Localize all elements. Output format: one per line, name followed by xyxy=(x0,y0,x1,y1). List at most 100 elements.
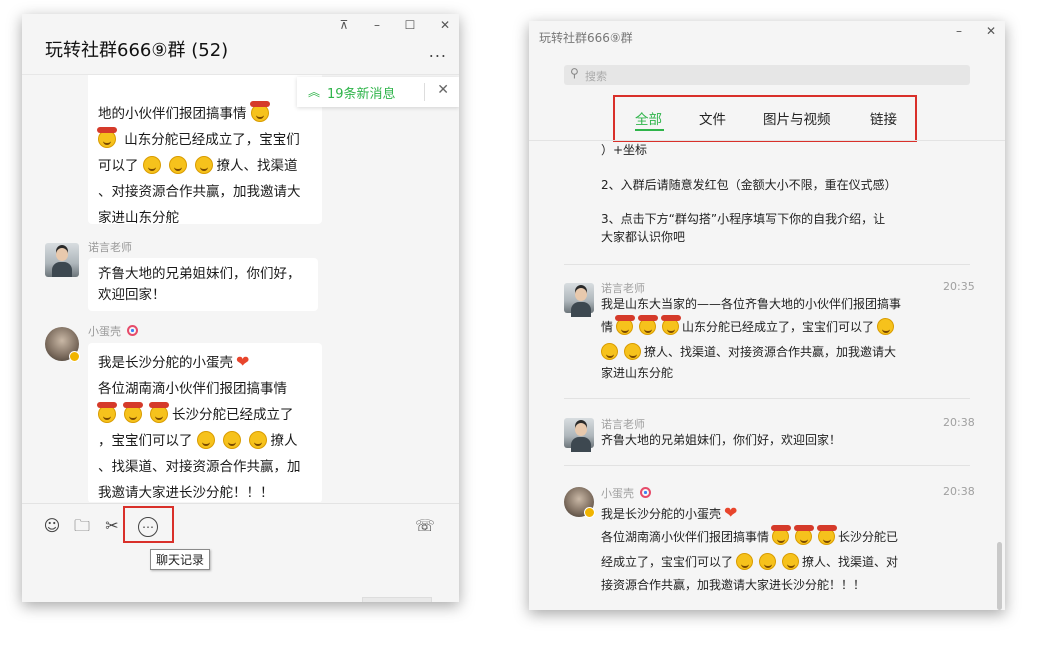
scissors-icon[interactable]: ✂ xyxy=(102,516,122,536)
message-text: 大家都认识你吧 xyxy=(601,230,686,244)
message-bubble: 地的小伙伴们报团搞事情 山东分舵已经成立了，宝宝们 可以了 撩人、找渠道 、对接资… xyxy=(88,75,322,226)
message-text: 长沙分舵已 xyxy=(838,530,899,544)
message-text: 2、入群后请随意发红包（金额大小不限，重在仪式感） xyxy=(601,178,897,192)
devil-emoji-icon xyxy=(249,101,270,122)
message-text: 我是长沙分舵的小蛋壳 xyxy=(601,507,722,521)
history-title: 玩转社群666⑨群 xyxy=(539,31,633,45)
heart-icon: ❤ xyxy=(236,352,250,371)
folder-icon[interactable]: 🗀 xyxy=(72,516,92,536)
search-icon: ⚲ xyxy=(570,66,579,80)
message-line: 撩人、找渠道、对接资源合作共赢，加我邀请大 xyxy=(601,341,896,364)
message-text: ，宝宝们可以了 xyxy=(98,433,193,449)
message-text: 可以了 xyxy=(98,158,139,174)
timestamp: 20:38 xyxy=(943,485,975,498)
message-text: 各位湖南滴小伙伴们报团搞事情 xyxy=(601,530,770,544)
message-text: 家进山东分舵 xyxy=(601,366,674,380)
grin-emoji-icon xyxy=(736,553,754,570)
message-text: 撩人 xyxy=(270,433,298,449)
divider xyxy=(564,264,970,265)
more-options-icon[interactable]: ... xyxy=(429,42,447,61)
grin-emoji-icon xyxy=(168,156,187,174)
devil-emoji-icon xyxy=(817,525,838,545)
devil-emoji-icon xyxy=(615,315,636,335)
tab-media[interactable]: 图片与视频 xyxy=(763,108,831,128)
message-text: 齐鲁大地的兄弟姐妹们，你们好，欢迎回家！ xyxy=(601,433,842,447)
search-placeholder: 搜索 xyxy=(585,70,607,83)
devil-emoji-icon xyxy=(638,315,659,335)
message-bubble: 齐鲁大地的兄弟姐妹们，你们好， 欢迎回家！ xyxy=(88,258,318,311)
search-input[interactable]: ⚲ 搜索 xyxy=(564,65,970,85)
scroll-up-icon: ︽ xyxy=(308,85,321,99)
message-text: 情 xyxy=(601,320,614,334)
avatar[interactable] xyxy=(45,243,79,277)
devil-emoji-icon xyxy=(794,525,815,545)
tab-links[interactable]: 链接 xyxy=(870,108,897,128)
minimize-button[interactable]: – xyxy=(367,18,387,32)
message-text: 接资源合作共赢，加我邀请大家进长沙分舵！！！ xyxy=(601,578,866,592)
tooltip: 聊天记录 xyxy=(150,549,211,570)
close-button[interactable]: ✕ xyxy=(435,18,455,32)
maximize-button[interactable]: ☐ xyxy=(400,18,420,32)
message-text: 我是山东大当家的——各位齐鲁大地的小伙伴们报团搞事 xyxy=(601,297,902,311)
close-button[interactable]: ✕ xyxy=(981,24,1001,38)
message-text: 长沙分舵已经成立了 xyxy=(172,407,294,423)
message-text: 我是长沙分舵的小蛋壳 xyxy=(98,355,233,371)
grin-emoji-icon xyxy=(142,156,161,174)
divider xyxy=(564,465,970,466)
message-input-area[interactable]: ☺ 🗀 ✂ … 聊天记录 ☏ xyxy=(22,503,459,602)
message-text: 我邀请大家进长沙分舵！！！ xyxy=(98,485,274,501)
avatar[interactable] xyxy=(564,418,594,452)
grin-emoji-icon xyxy=(782,553,800,570)
message-text: 齐鲁大地的兄弟姐妹们，你们好， xyxy=(98,266,301,282)
message-text: 经成立了，宝宝们可以了 xyxy=(601,555,734,569)
chat-title: 玩转社群666⑨群 (52) xyxy=(45,40,229,61)
devil-emoji-icon xyxy=(149,402,169,423)
message-text: 撩人、找渠道 xyxy=(216,158,298,174)
sender-name: 小蛋壳 xyxy=(88,323,138,339)
status-icon xyxy=(640,487,651,498)
scrollbar[interactable] xyxy=(997,542,1002,610)
emoji-icon[interactable]: ☺ xyxy=(42,516,62,536)
devil-emoji-icon xyxy=(97,402,117,423)
new-messages-text[interactable]: 19条新消息 xyxy=(327,83,396,102)
grin-emoji-icon xyxy=(759,553,777,570)
message-line: 情 山东分舵已经成立了，宝宝们可以了 xyxy=(601,315,897,339)
active-tab-indicator xyxy=(635,129,664,131)
sender-name-text: 小蛋壳 xyxy=(601,487,634,500)
grin-emoji-icon xyxy=(194,156,213,174)
message-text: 、找渠道、对接资源合作共赢，加 xyxy=(98,459,301,475)
chat-history-window: 玩转社群666⑨群 – ✕ ⚲ 搜索 全部 文件 图片与视频 链接 ）+坐标 2… xyxy=(529,21,1005,610)
devil-emoji-icon xyxy=(97,127,117,148)
sender-name-text: 小蛋壳 xyxy=(88,325,121,338)
message-text: 山东分舵已经成立了，宝宝们 xyxy=(124,132,300,148)
timestamp: 20:35 xyxy=(943,280,975,293)
avatar[interactable] xyxy=(564,283,594,317)
grin-emoji-icon xyxy=(877,318,895,335)
new-messages-banner[interactable]: ︽ 19条新消息 ✕ xyxy=(297,77,459,107)
message-text: ）+坐标 xyxy=(601,143,648,157)
message-bubble: 我是长沙分舵的小蛋壳 ❤ 各位湖南滴小伙伴们报团搞事情 长沙分舵已经成立了 ，宝宝… xyxy=(88,343,322,502)
heart-icon: ❤ xyxy=(724,503,738,522)
devil-emoji-icon xyxy=(771,525,792,545)
avatar[interactable] xyxy=(564,487,595,518)
devil-emoji-icon xyxy=(661,315,682,335)
message-list[interactable]: 地的小伙伴们报团搞事情 山东分舵已经成立了，宝宝们 可以了 撩人、找渠道 、对接资… xyxy=(22,75,459,502)
tab-all[interactable]: 全部 xyxy=(635,108,662,128)
message-line: 各位湖南滴小伙伴们报团搞事情 长沙分舵已 xyxy=(601,525,899,549)
grin-emoji-icon xyxy=(222,431,241,449)
minimize-button[interactable]: – xyxy=(949,24,969,38)
grin-emoji-icon xyxy=(196,431,215,449)
send-button[interactable] xyxy=(362,597,432,602)
close-banner-icon[interactable]: ✕ xyxy=(437,82,449,98)
tab-files[interactable]: 文件 xyxy=(699,108,726,128)
pin-icon[interactable]: ⊼ xyxy=(334,18,354,32)
sender-name: 小蛋壳 xyxy=(601,485,651,501)
avatar[interactable] xyxy=(45,327,80,362)
message-text: 撩人、找渠道、对 xyxy=(802,555,899,569)
message-line: 经成立了，宝宝们可以了 撩人、找渠道、对 xyxy=(601,551,898,574)
video-call-icon[interactable]: ☏ xyxy=(415,516,435,536)
message-text: 撩人、找渠道、对接资源合作共赢，加我邀请大 xyxy=(644,345,897,359)
timestamp: 20:38 xyxy=(943,416,975,429)
message-text: 地的小伙伴们报团搞事情 xyxy=(98,106,247,122)
chat-window: 玩转社群666⑨群 (52) ⊼ – ☐ ✕ ... 地的小伙伴们报团搞事情 山… xyxy=(22,14,459,602)
